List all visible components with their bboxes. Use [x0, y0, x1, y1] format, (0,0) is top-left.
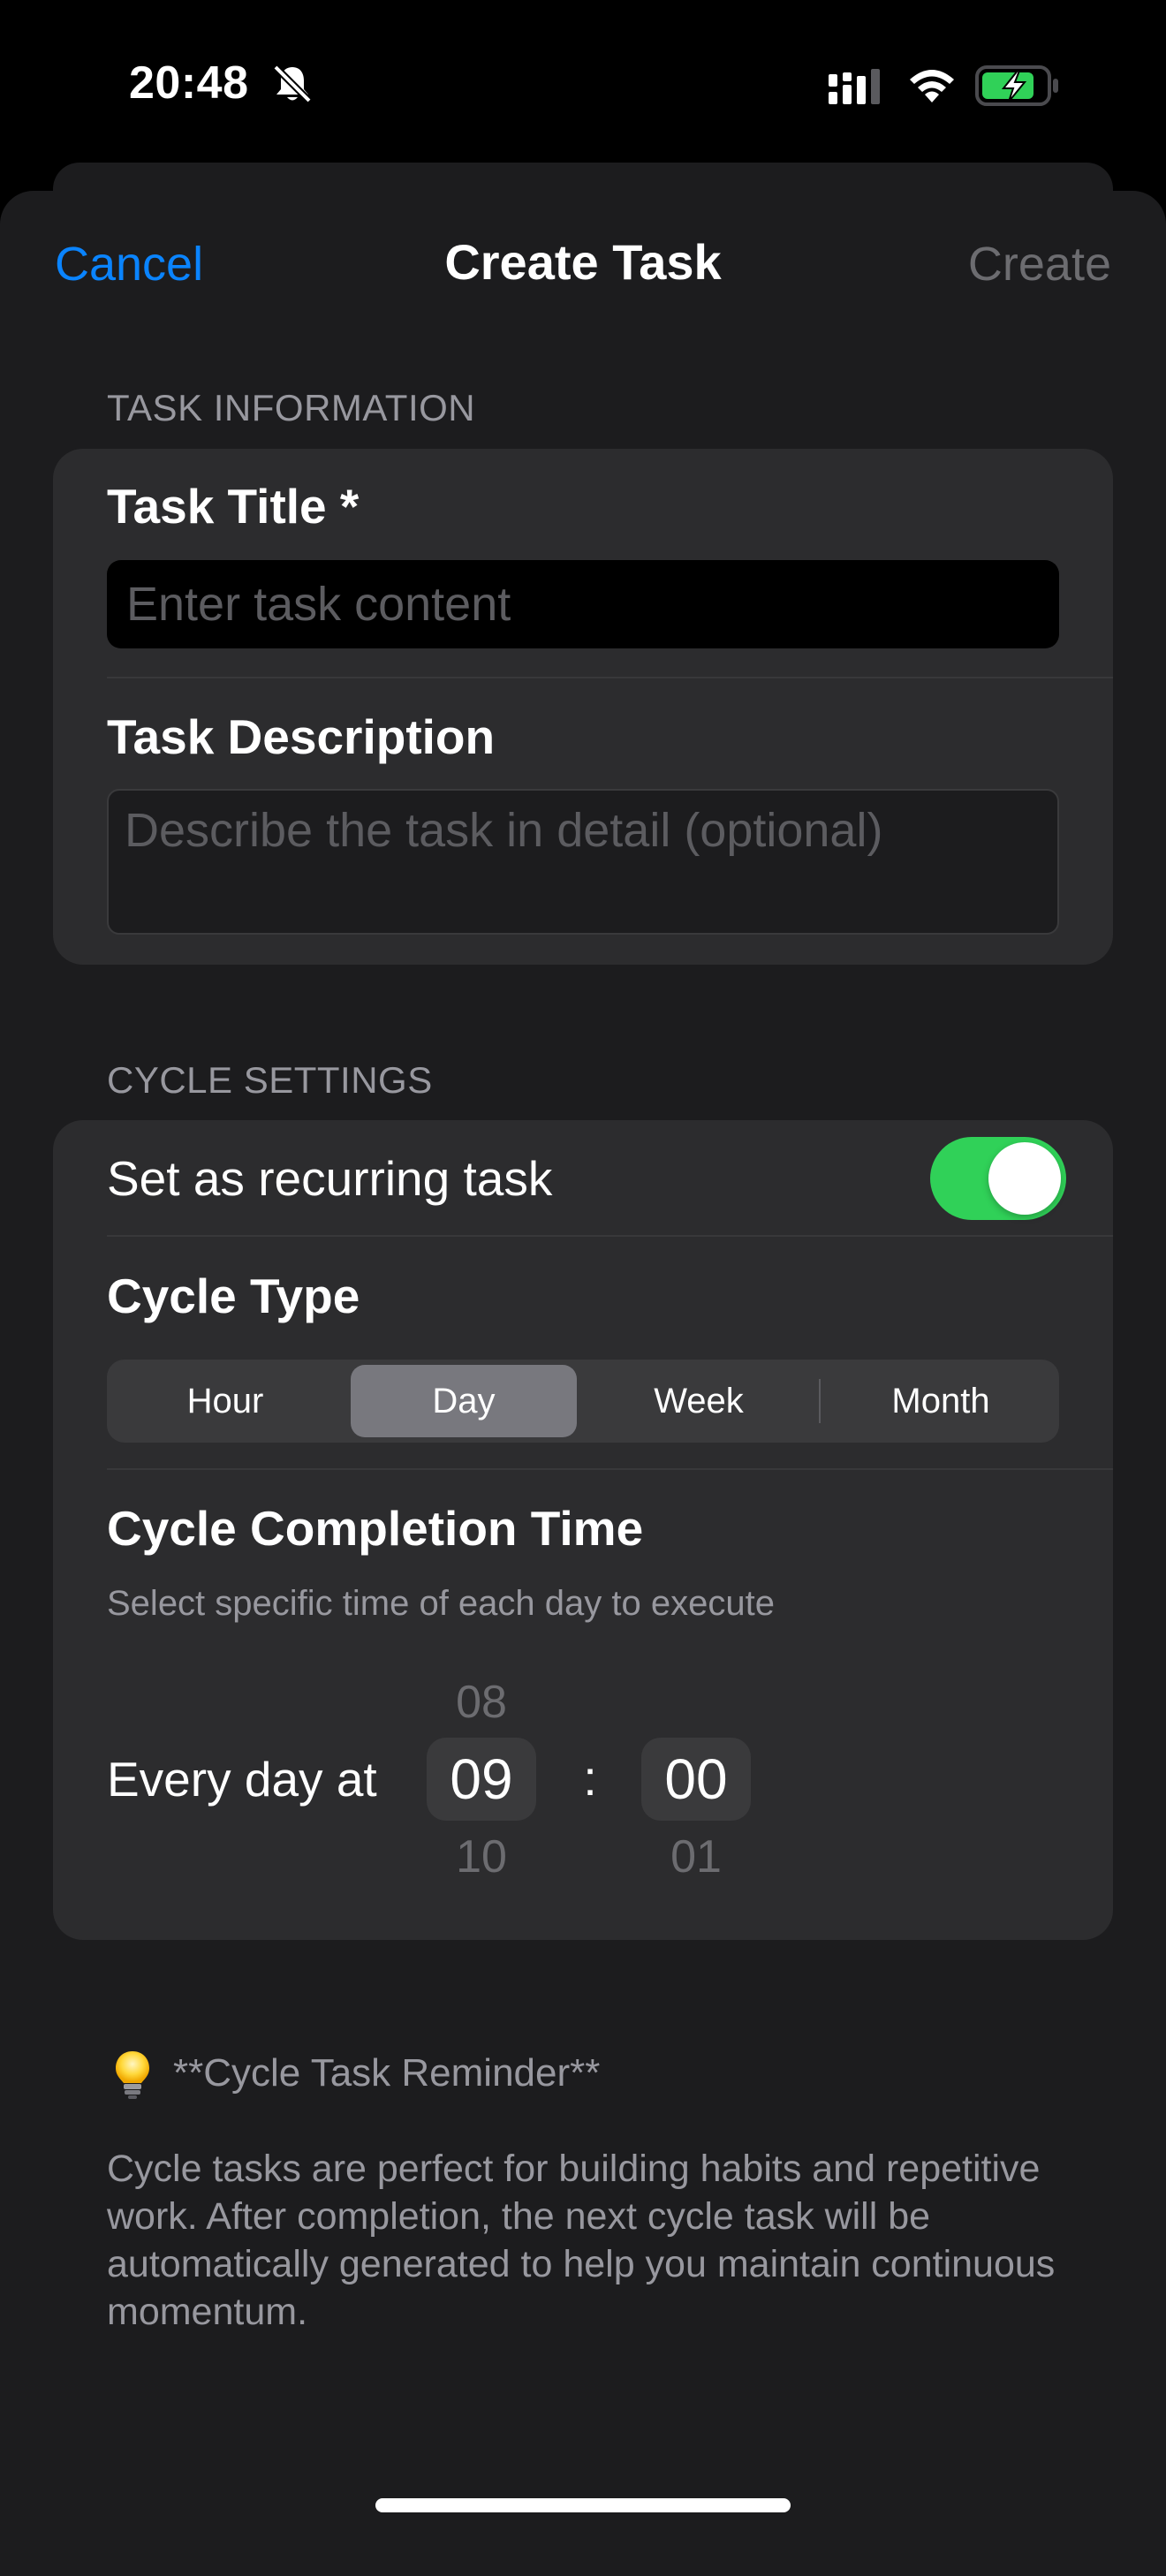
every-day-label: Every day at [107, 1752, 377, 1807]
hour-picker-next[interactable]: 10 [427, 1830, 536, 1883]
bell-slash-icon [273, 64, 312, 103]
task-title-input[interactable] [107, 560, 1059, 648]
segment-hour[interactable]: Hour [112, 1365, 338, 1437]
cycle-type-label: Cycle Type [107, 1269, 360, 1323]
hour-picker-selected[interactable]: 09 [427, 1738, 536, 1821]
reminder-body: Cycle tasks are perfect for building hab… [107, 2148, 1056, 2333]
cycle-type-segmented-control: Hour Day Week Month [107, 1360, 1059, 1443]
minute-picker-next[interactable]: 01 [641, 1830, 751, 1883]
home-indicator[interactable] [375, 2498, 791, 2512]
divider [107, 1468, 1113, 1470]
task-title-label: Task Title * [107, 479, 360, 534]
time-separator: : [583, 1750, 597, 1806]
completion-time-hint: Select specific time of each day to exec… [107, 1584, 775, 1623]
battery-charging-icon [975, 65, 1058, 106]
section-header-task-information: TASK INFORMATION [107, 387, 476, 428]
reminder-title: **Cycle Task Reminder** [173, 2051, 601, 2095]
cellular-signal-icon [829, 69, 880, 104]
create-button[interactable]: Create [968, 235, 1111, 293]
segment-week[interactable]: Week [586, 1365, 812, 1437]
hour-picker-previous[interactable]: 08 [427, 1676, 536, 1729]
section-header-cycle-settings: CYCLE SETTINGS [107, 1059, 433, 1101]
toggle-knob [988, 1142, 1061, 1215]
segment-month[interactable]: Month [828, 1365, 1054, 1437]
task-description-input[interactable] [107, 789, 1059, 935]
divider [107, 677, 1113, 678]
minute-picker-selected[interactable]: 00 [641, 1738, 751, 1821]
task-description-label: Task Description [107, 709, 496, 764]
divider [107, 1235, 1113, 1237]
completion-time-label: Cycle Completion Time [107, 1501, 644, 1556]
segment-day[interactable]: Day [351, 1365, 577, 1437]
segment-divider [819, 1379, 821, 1423]
status-time: 20:48 [129, 57, 249, 109]
recurring-task-toggle[interactable] [930, 1137, 1066, 1220]
lightbulb-icon [116, 2051, 149, 2099]
wifi-icon [910, 70, 954, 102]
recurring-task-label: Set as recurring task [107, 1151, 553, 1206]
